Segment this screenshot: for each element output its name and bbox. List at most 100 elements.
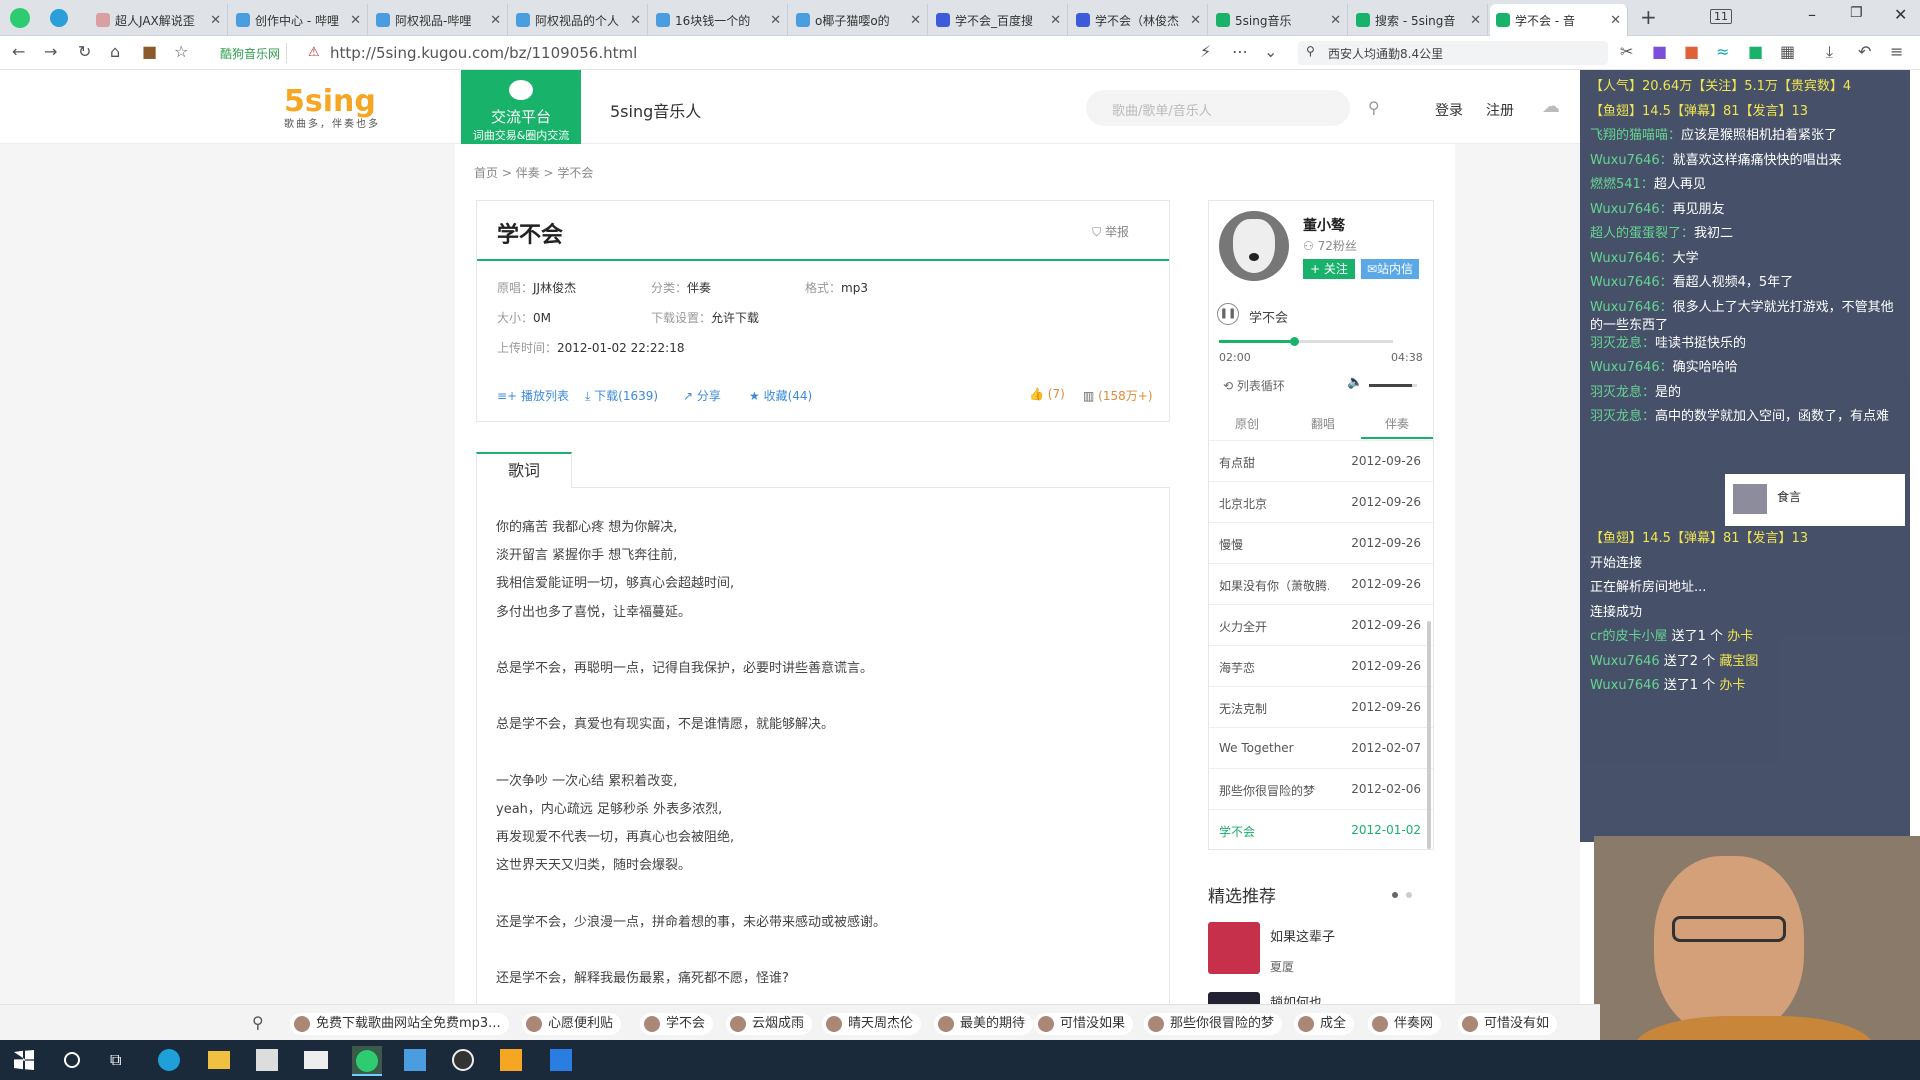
game-icon[interactable]: ■ (1684, 42, 1699, 61)
site-logo[interactable]: 5sing 歌曲多，伴奏也多 (284, 84, 380, 130)
chat-user[interactable]: 飞翔的猫喵喵： (1590, 128, 1681, 143)
bookmark-item[interactable]: 晴天周杰伦 (822, 1013, 922, 1035)
close-tab-icon[interactable]: ✕ (1470, 13, 1481, 28)
carousel-dot[interactable] (1406, 892, 1412, 898)
breadcrumb-accompaniment[interactable]: 伴奏 (516, 166, 540, 180)
download-icon[interactable]: ⤓ (1826, 42, 1833, 62)
app-icon[interactable] (550, 1049, 572, 1071)
apps-icon[interactable]: ▦ (1780, 42, 1795, 61)
site-badge[interactable]: 酷狗音乐网 (214, 43, 288, 63)
bookmark-item[interactable]: 免费下载歌曲网站全免费mp3... (290, 1013, 509, 1035)
browser-tab[interactable]: 16块钱一个的 ✕ (650, 4, 788, 36)
list-item[interactable]: 慢慢 2012-09-26 (1209, 522, 1433, 563)
menu-icon[interactable]: ≡ (1890, 42, 1903, 61)
original-singer-value[interactable]: JJ林俊杰 (533, 281, 576, 295)
wallet-icon[interactable]: ■ (142, 42, 157, 61)
bookmark-item[interactable]: 可惜没如果 (1034, 1013, 1134, 1035)
volume-icon[interactable]: 🔈 (1347, 375, 1363, 390)
carousel-dot-active[interactable] (1392, 892, 1398, 898)
recommend-cover[interactable] (1208, 992, 1260, 1004)
chat-user[interactable]: Wuxu7646： (1590, 153, 1673, 168)
list-item[interactable]: 北京北京 2012-09-26 (1209, 481, 1433, 522)
avatar[interactable] (1219, 211, 1289, 281)
close-window-button[interactable]: ✕ (1894, 5, 1907, 24)
close-tab-icon[interactable]: ✕ (630, 13, 641, 28)
like-button[interactable]: 👍 (7) (1029, 387, 1065, 401)
chat-user[interactable]: 羽灭龙息： (1590, 336, 1655, 351)
search-circle-icon[interactable] (64, 1052, 80, 1068)
recommend-artist[interactable]: 夏厦 (1270, 958, 1294, 975)
exchange-platform-button[interactable]: 交流平台 词曲交易&圈内交流 (461, 70, 581, 150)
browser-tab[interactable]: o椰子猫嘤o的 ✕ (790, 4, 928, 36)
uploader-name[interactable]: 董小骜 (1303, 215, 1345, 235)
list-item[interactable]: 学不会 2012-01-02 (1209, 809, 1433, 850)
chat-user[interactable]: 羽灭龙息： (1590, 385, 1655, 400)
browser-tab[interactable]: 学不会（林俊杰 ✕ (1070, 4, 1208, 36)
bookmark-item[interactable]: 云烟成雨 (726, 1013, 813, 1035)
app-icon[interactable] (404, 1049, 426, 1071)
bookmark-item[interactable]: 学不会 (640, 1013, 714, 1035)
forward-icon[interactable]: → (44, 42, 57, 61)
browser-tab[interactable]: 阿权视品的个人 ✕ (510, 4, 648, 36)
site-search-input[interactable]: 歌曲/歌单/音乐人 (1086, 90, 1350, 126)
chat-user[interactable]: 羽灭龙息： (1590, 409, 1655, 424)
close-tab-icon[interactable]: ✕ (770, 13, 781, 28)
category-value[interactable]: 伴奏 (687, 281, 711, 295)
pause-button[interactable]: ❚❚ (1217, 303, 1239, 325)
undo-icon[interactable]: ↶ (1858, 42, 1871, 61)
progress-knob[interactable] (1289, 337, 1299, 346)
store-icon[interactable] (256, 1049, 278, 1071)
task-view-icon[interactable]: ⧉ (110, 1050, 121, 1070)
list-item[interactable]: 火力全开 2012-09-26 (1209, 604, 1433, 645)
progress-track[interactable] (1219, 337, 1393, 346)
playlist-button[interactable]: ≡+ 播放列表 (497, 387, 569, 404)
report-button[interactable]: ⛉ 举报 (1092, 223, 1129, 240)
folder-icon[interactable] (208, 1051, 230, 1069)
register-link[interactable]: 注册 (1486, 100, 1514, 120)
bookmark-item[interactable]: 成全 (1294, 1013, 1355, 1035)
browser-tab[interactable]: 学不会 - 音 ✕ (1490, 4, 1628, 36)
lightning-icon[interactable]: ⚡ (1200, 42, 1211, 61)
chat-user[interactable]: Wuxu7646： (1590, 360, 1673, 375)
browser-taskbar-icon[interactable] (352, 1046, 382, 1076)
browser-tab[interactable]: 超人JAX解说歪 ✕ (90, 4, 228, 36)
upload-cloud-icon[interactable]: ☁ (1542, 96, 1560, 117)
tab-lyrics[interactable]: 歌词 (476, 452, 572, 488)
recommend-cover[interactable] (1208, 922, 1260, 974)
green-ext-icon[interactable]: ■ (1748, 42, 1763, 61)
app-icon[interactable] (500, 1049, 522, 1071)
bookmark-item[interactable]: 可惜没有如 (1458, 1013, 1558, 1035)
recommend-song-name[interactable]: 趟如何也 (1270, 992, 1322, 1004)
favorite-button[interactable]: ★ 收藏(44) (749, 387, 812, 404)
back-icon[interactable]: ← (12, 42, 25, 61)
list-item[interactable]: We Together 2012-02-07 (1209, 727, 1433, 768)
musician-link[interactable]: 5sing音乐人 (610, 98, 701, 122)
reload-icon[interactable]: ↻ (78, 42, 91, 61)
wave-icon[interactable]: ≈ (1716, 42, 1729, 61)
close-tab-icon[interactable]: ✕ (350, 13, 361, 28)
close-tab-icon[interactable]: ✕ (1190, 13, 1201, 28)
tab-count-badge[interactable]: 11 (1710, 9, 1732, 24)
login-link[interactable]: 登录 (1435, 100, 1463, 120)
chat-user[interactable]: Wuxu7646： (1590, 251, 1673, 266)
home-icon[interactable]: ⌂ (110, 42, 120, 61)
browser-tab[interactable]: 阿权视品-哔哩 ✕ (370, 4, 508, 36)
search-icon[interactable]: ⚲ (252, 1013, 264, 1032)
chat-user[interactable]: Wuxu7646 (1590, 654, 1660, 669)
message-button[interactable]: ✉站内信 (1361, 259, 1419, 279)
close-tab-icon[interactable]: ✕ (1610, 13, 1621, 28)
follow-button[interactable]: + 关注 (1303, 259, 1355, 279)
maximize-button[interactable]: ❐ (1850, 5, 1863, 21)
close-tab-icon[interactable]: ✕ (490, 13, 501, 28)
list-scrollbar[interactable] (1427, 621, 1431, 849)
viewer-avatar[interactable] (1733, 484, 1767, 514)
close-tab-icon[interactable]: ✕ (210, 13, 221, 28)
chat-user[interactable]: Wuxu7646： (1590, 300, 1673, 315)
list-item[interactable]: 有点甜 2012-09-26 (1209, 440, 1433, 481)
tab-cover[interactable]: 翻唱 (1311, 415, 1335, 432)
bookmark-item[interactable]: 那些你很冒险的梦 (1144, 1013, 1283, 1035)
mail-icon[interactable] (304, 1051, 328, 1069)
chat-user[interactable]: Wuxu7646： (1590, 202, 1673, 217)
browser-search-box[interactable]: ⚲ 西安人均通勤8.4公里 (1298, 41, 1608, 65)
chat-user[interactable]: 超人的蛋蛋裂了： (1590, 226, 1694, 241)
